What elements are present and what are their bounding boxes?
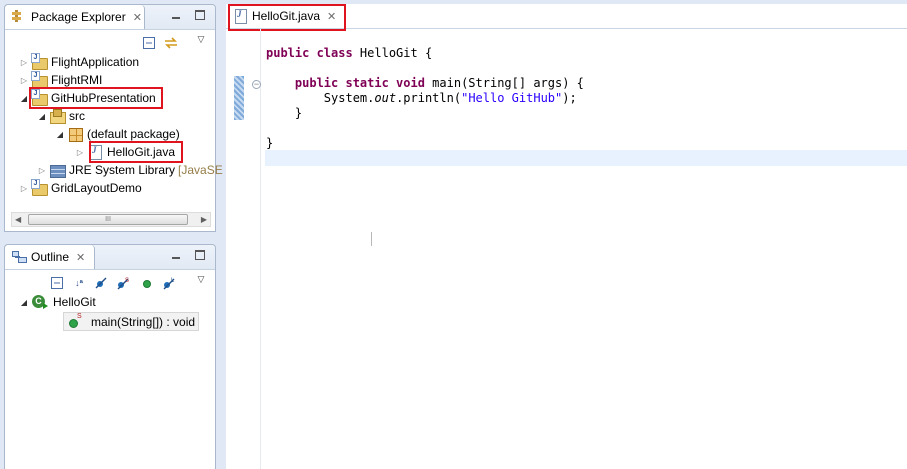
expand-arrow-icon[interactable]: ▷: [19, 58, 29, 67]
code-text: System.: [323, 91, 375, 105]
expand-arrow-icon[interactable]: ▷: [19, 76, 29, 85]
text-cursor-icon: [371, 232, 372, 246]
code-text: }: [266, 136, 274, 150]
highlight-box: [89, 141, 183, 163]
collapse-arrow-icon[interactable]: ◢: [55, 130, 65, 139]
package-explorer-icon: [11, 9, 23, 25]
minimize-icon[interactable]: [171, 10, 181, 20]
java-project-icon: [31, 53, 48, 70]
svg-text:L: L: [171, 278, 175, 284]
svg-text:S: S: [125, 278, 129, 284]
collapse-arrow-icon[interactable]: ◢: [19, 298, 29, 307]
class-icon: [31, 294, 48, 310]
tab-package-explorer[interactable]: Package Explorer ✕: [5, 5, 145, 29]
outline-view: Outline ✕ ↓ª S L ▽ ◢ HelloGit main(Strin…: [4, 244, 216, 469]
library-icon: [49, 162, 66, 178]
tree-item-label: JRE System Library: [69, 163, 176, 177]
java-project-icon: [31, 71, 48, 88]
collapse-all-icon[interactable]: [49, 275, 65, 291]
link-with-editor-icon[interactable]: [163, 35, 179, 51]
minimize-icon[interactable]: [171, 250, 181, 260]
expand-arrow-icon[interactable]: ▷: [75, 148, 85, 157]
code-text: .println(: [396, 91, 462, 105]
hide-local-types-icon[interactable]: L: [161, 275, 177, 291]
editor-area[interactable]: HelloGit.java ✕ − public class HelloGit …: [226, 4, 907, 469]
code-keyword: public class: [266, 46, 353, 60]
view-menu-icon[interactable]: ▽: [193, 271, 209, 287]
collapse-arrow-icon[interactable]: ◢: [37, 112, 47, 121]
code-text: );: [562, 91, 577, 105]
maximize-icon[interactable]: [195, 250, 205, 260]
code-text: HelloGit {: [352, 46, 433, 60]
collapse-all-icon[interactable]: [141, 35, 157, 51]
fold-toggle-icon[interactable]: −: [252, 80, 261, 89]
outline-icon: [11, 249, 27, 265]
scroll-grip: III: [105, 216, 111, 223]
view-controls: [171, 250, 205, 260]
view-menu-icon[interactable]: ▽: [193, 31, 209, 47]
tree-item-src[interactable]: ◢ src: [37, 107, 85, 125]
hide-fields-icon[interactable]: [93, 275, 109, 291]
expand-arrow-icon[interactable]: ▷: [37, 166, 47, 175]
highlight-box: [228, 4, 346, 31]
code-text: }: [294, 106, 303, 120]
source-folder-icon: [49, 108, 66, 124]
change-ruler: [234, 76, 244, 120]
package-explorer-view: Package Explorer ✕ ▽ ▷ FlightApplication…: [4, 4, 223, 232]
tree-item-decoration: [JavaSE: [178, 163, 223, 177]
tree-item-label: FlightRMI: [51, 73, 103, 87]
current-line-highlight: [265, 150, 907, 166]
outline-item-class[interactable]: ◢ HelloGit: [19, 293, 96, 311]
tree-item-jre-system-library[interactable]: ▷ JRE System Library [JavaSE: [37, 161, 223, 179]
close-icon[interactable]: ✕: [76, 251, 85, 264]
tree-item-flightapplication[interactable]: ▷ FlightApplication: [19, 53, 139, 71]
hide-static-icon[interactable]: S: [115, 275, 131, 291]
scrollbar-thumb[interactable]: III: [28, 214, 188, 225]
code-area[interactable]: public class HelloGit { public static vo…: [266, 46, 584, 151]
class-label: HelloGit: [53, 295, 96, 309]
view-controls: [171, 10, 205, 20]
method-icon: [66, 313, 82, 330]
close-icon[interactable]: ✕: [133, 11, 142, 24]
tree-item-label: FlightApplication: [51, 55, 140, 69]
collapse-arrow-icon[interactable]: ◢: [19, 94, 29, 103]
maximize-icon[interactable]: [195, 10, 205, 20]
tab-label: Outline: [31, 250, 70, 264]
tree-item-gridlayoutdemo[interactable]: ▷ GridLayoutDemo: [19, 179, 142, 197]
code-text: main(String[] args) {: [424, 76, 584, 90]
scroll-left-arrow-icon[interactable]: ◀: [15, 213, 21, 226]
highlight-box: [29, 87, 163, 109]
expand-arrow-icon[interactable]: ▷: [19, 184, 29, 193]
hide-nonpublic-icon[interactable]: [139, 275, 155, 291]
code-keyword: public static void: [294, 76, 425, 90]
code-string: "Hello GitHub": [461, 91, 563, 105]
tab-label: Package Explorer: [31, 10, 126, 24]
gutter-divider: [260, 29, 261, 469]
sort-icon[interactable]: ↓ª: [71, 275, 87, 291]
outline-item-method[interactable]: main(String[]) : void: [63, 312, 200, 331]
method-label: main(String[]) : void: [91, 314, 196, 329]
tree-item-label: GridLayoutDemo: [51, 181, 142, 195]
java-project-icon: [31, 179, 48, 196]
horizontal-scrollbar[interactable]: ◀ III ▶: [11, 212, 211, 227]
scroll-right-arrow-icon[interactable]: ▶: [201, 213, 207, 226]
tab-outline[interactable]: Outline ✕: [5, 245, 95, 269]
code-text: out: [374, 91, 397, 105]
tree-item-label: (default package): [87, 127, 180, 141]
package-icon: [67, 126, 83, 142]
tree-item-label: src: [69, 109, 85, 123]
